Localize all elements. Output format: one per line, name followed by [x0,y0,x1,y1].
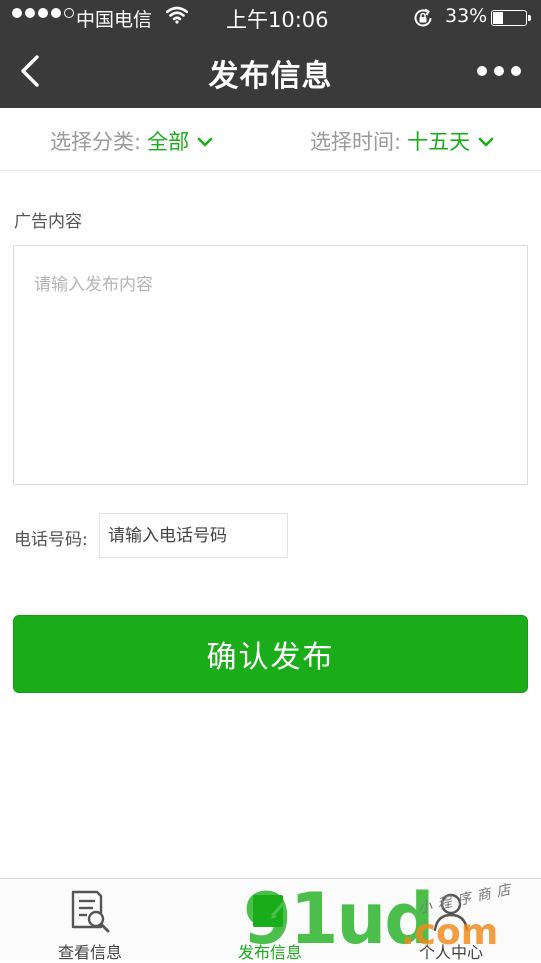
ad-content-label: 广告内容 [14,212,82,232]
category-value: 全部 [147,130,190,154]
category-select[interactable]: 选择分类: 全部 [50,126,213,156]
edit-icon [247,889,293,939]
user-icon [428,889,474,939]
page-title: 发布信息 [208,59,333,94]
time-label: 选择时间: [310,130,402,154]
top-bar: 中国电信 上午10:06 33% 发布信息 [0,0,541,108]
chevron-down-icon [197,129,213,153]
signal-strength-icon [12,8,74,18]
rotation-lock-icon [412,7,434,33]
phone-field [99,513,288,558]
filter-bar: 选择分类: 全部 选择时间: 十五天 [0,108,541,171]
battery-icon [491,10,531,26]
time-value: 十五天 [407,130,471,154]
wifi-icon [165,6,189,28]
status-bar: 中国电信 上午10:06 33% [0,0,541,36]
clock: 上午10:06 [226,8,329,32]
tab-profile[interactable]: 个人中心 [361,879,541,962]
more-dots-icon[interactable] [477,58,521,84]
tab-post-info[interactable]: 发布信息 [180,879,360,962]
tab-view-info[interactable]: 查看信息 [0,879,180,962]
content-textarea[interactable] [14,246,527,484]
tab-label: 个人中心 [418,943,483,962]
content-box [13,245,528,485]
time-select[interactable]: 选择时间: 十五天 [310,126,494,156]
category-label: 选择分类: [50,130,142,154]
document-search-icon [67,889,113,939]
submit-button[interactable]: 确认发布 [13,615,528,693]
battery-percent: 33% [445,5,488,27]
navigation-bar: 发布信息 [0,36,541,108]
tab-bar: 查看信息 发布信息 个人中心 [0,878,541,962]
phone-label: 电话号码: [14,530,88,550]
chevron-down-icon [478,129,494,153]
tab-label: 发布信息 [237,943,302,962]
tab-label: 查看信息 [57,943,122,962]
phone-input[interactable] [100,514,287,557]
carrier-name: 中国电信 [76,9,153,31]
